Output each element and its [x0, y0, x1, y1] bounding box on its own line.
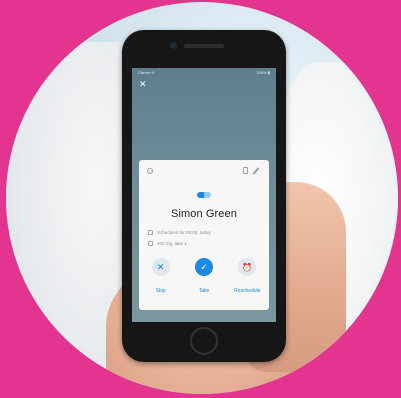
phone: Carrier ✈ 100% ▮ ✕ Simon Green Scheduled…: [122, 30, 286, 362]
status-right: 100% ▮: [256, 70, 270, 75]
check-icon: ✓: [194, 258, 213, 276]
close-icon: ✕: [151, 258, 170, 276]
dose-text: 400 mg, take 1: [157, 241, 187, 246]
trash-icon[interactable]: [243, 167, 248, 174]
dose-detail: 400 mg, take 1: [148, 241, 187, 246]
alarm-clock-icon: ⏰: [238, 258, 257, 276]
calendar-icon: [148, 230, 153, 235]
reschedule-label: Reschedule: [234, 288, 261, 294]
dialog-actions: ✕ Skip ✓ Take ⏰ Reschedule: [139, 258, 269, 294]
schedule-detail: Scheduled for 08:00, today: [148, 230, 211, 235]
skip-label: Skip: [155, 288, 166, 294]
dose-icon: [148, 241, 153, 246]
edit-icon[interactable]: [252, 167, 260, 175]
close-icon[interactable]: ✕: [139, 80, 147, 89]
schedule-text: Scheduled for 08:00, today: [157, 230, 211, 235]
skip-button[interactable]: ✕ Skip: [141, 258, 181, 294]
status-left: Carrier ✈: [138, 70, 155, 75]
info-icon[interactable]: [147, 168, 153, 174]
home-button[interactable]: [190, 327, 218, 355]
medication-name: Simon Green: [171, 208, 237, 220]
front-camera: [170, 42, 177, 49]
earpiece-speaker: [184, 44, 224, 48]
medication-dialog: Simon Green Scheduled for 08:00, today 4…: [139, 160, 269, 310]
pill-icon: [197, 192, 211, 198]
status-bar: Carrier ✈ 100% ▮: [138, 70, 270, 78]
take-label: Take: [198, 288, 210, 294]
phone-screen: Carrier ✈ 100% ▮ ✕ Simon Green Scheduled…: [132, 68, 276, 322]
reschedule-button[interactable]: ⏰ Reschedule: [227, 258, 267, 294]
take-button[interactable]: ✓ Take: [184, 258, 224, 294]
